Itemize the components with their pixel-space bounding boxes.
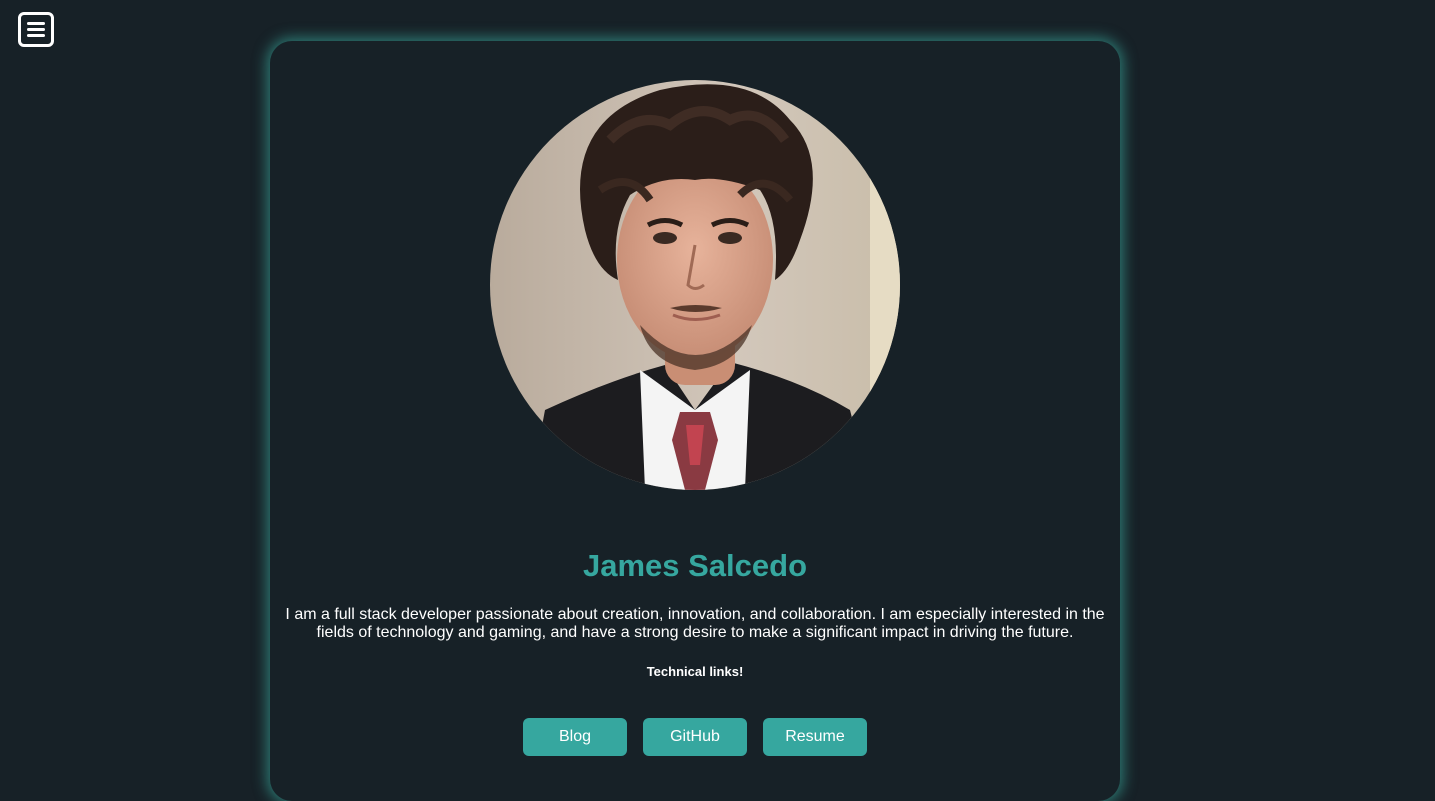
menu-line — [27, 34, 45, 37]
profile-photo — [490, 80, 900, 490]
profile-bio: I am a full stack developer passionate a… — [285, 606, 1105, 641]
profile-name: James Salcedo — [582, 548, 808, 583]
menu-line — [27, 28, 45, 31]
github-button[interactable]: GitHub — [643, 718, 747, 756]
resume-button[interactable]: Resume — [763, 718, 867, 756]
menu-line — [27, 22, 45, 25]
profile-card: James Salcedo I am a full stack develope… — [270, 41, 1120, 801]
technical-links: Blog GitHub Resume — [270, 718, 1120, 756]
blog-button[interactable]: Blog — [523, 718, 627, 756]
hamburger-menu-icon[interactable] — [18, 12, 54, 47]
links-heading: Technical links! — [646, 664, 744, 679]
